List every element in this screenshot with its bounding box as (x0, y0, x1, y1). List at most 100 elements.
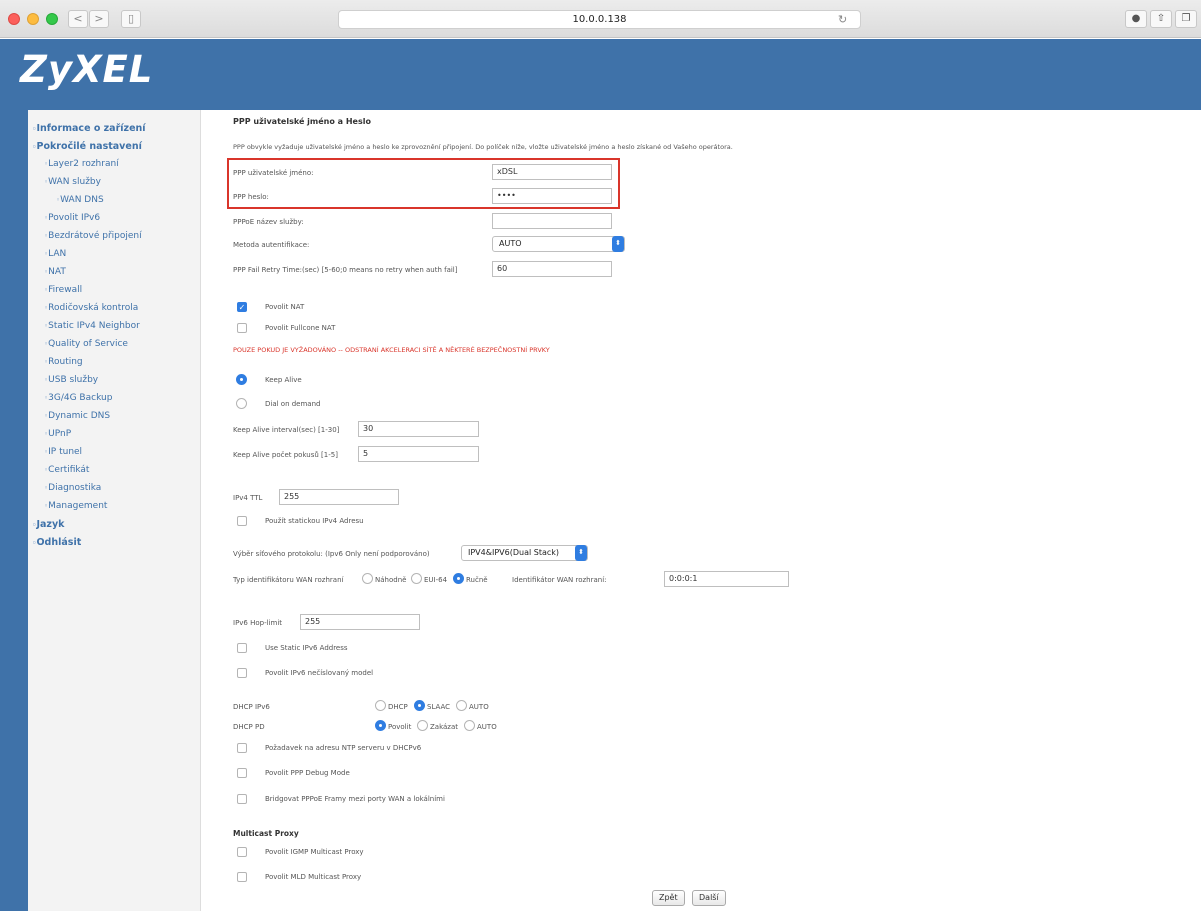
sidebar-item-dynamic-dns[interactable]: Dynamic DNS (44, 411, 110, 421)
sidebar-item-qos[interactable]: Quality of Service (44, 339, 128, 349)
dial-on-demand-radio[interactable] (236, 398, 247, 409)
back-nav-button[interactable]: Zpět (652, 890, 685, 906)
address-bar[interactable]: 10.0.0.138 (338, 10, 861, 29)
next-button[interactable]: Další (692, 890, 726, 906)
sidebar-item-static-ipv4-neighbor[interactable]: Static IPv4 Neighbor (44, 321, 140, 331)
sidebar-item-nat[interactable]: NAT (44, 267, 66, 277)
sidebar-item-diagnostics[interactable]: Diagnostika (44, 483, 101, 493)
wan-id-eui64-label: EUI-64 (424, 576, 448, 584)
tabs-button[interactable]: ❐ (1175, 10, 1197, 28)
dhcp-pd-disable-label: Zakázat (430, 723, 459, 731)
hop-limit-input[interactable]: 255 (300, 614, 420, 630)
reload-icon[interactable]: ↻ (838, 10, 847, 29)
close-window-button[interactable] (8, 13, 20, 25)
username-input[interactable]: xDSL (492, 164, 612, 180)
sidebar-item-3g4g-backup[interactable]: 3G/4G Backup (44, 393, 112, 403)
sidebar-item-upnp[interactable]: UPnP (44, 429, 71, 439)
password-input[interactable]: •••• (492, 188, 612, 204)
sidebar-item-wireless[interactable]: Bezdrátové připojení (44, 231, 142, 241)
service-name-input[interactable] (492, 213, 612, 229)
keep-alive-radio[interactable] (236, 374, 247, 385)
tabs-icon: ❐ (1181, 13, 1191, 24)
ntp-request-label: Požadavek na adresu NTP serveru v DHCPv6 (265, 744, 422, 752)
fullcone-nat-checkbox[interactable] (237, 323, 247, 333)
sidebar-icon: ▯ (127, 12, 135, 25)
dhcp-ipv6-dhcp-radio[interactable] (375, 700, 386, 711)
share-button[interactable]: ⇧ (1150, 10, 1172, 28)
privacy-button[interactable]: ● (1125, 10, 1147, 28)
enable-nat-label: Povolit NAT (265, 303, 305, 311)
sidebar-item-firewall[interactable]: Firewall (44, 285, 82, 295)
sidebar-item-layer2[interactable]: Layer2 rozhraní (44, 159, 119, 169)
sidebar-item-enable-ipv6[interactable]: Povolit IPv6 (44, 213, 100, 223)
sidebar-item-advanced-settings[interactable]: Pokročilé nastavení (32, 141, 141, 152)
sidebar-item-wan-dns[interactable]: WAN DNS (56, 195, 104, 205)
zyxel-logo: ZyXEL (20, 48, 154, 91)
username-label: PPP uživatelské jméno: (233, 169, 314, 177)
wan-id-random-label: Náhodně (375, 576, 407, 584)
maximize-window-button[interactable] (46, 13, 58, 25)
forward-button[interactable]: > (89, 10, 109, 28)
dhcp-ipv6-label: DHCP IPv6 (233, 703, 270, 711)
sidebar-item-logout[interactable]: Odhlásit (32, 537, 81, 548)
sidebar-item-device-info[interactable]: Informace o zařízení (32, 123, 145, 134)
protocol-select[interactable]: IPV4&IPV6(Dual Stack) ⬍ (461, 545, 588, 561)
static-ipv6-checkbox[interactable] (237, 643, 247, 653)
ntp-request-checkbox[interactable] (237, 743, 247, 753)
igmp-proxy-checkbox[interactable] (237, 847, 247, 857)
wan-id-random-radio[interactable] (362, 573, 373, 584)
dhcp-pd-disable-radio[interactable] (417, 720, 428, 731)
keep-alive-count-label: Keep Alive počet pokusů [1-5] (233, 451, 338, 459)
enable-nat-checkbox[interactable]: ✓ (237, 302, 247, 312)
ipv6-unnumbered-label: Povolit IPv6 nečíslovaný model (265, 669, 374, 677)
sidebar-item-wan-services[interactable]: WAN služby (44, 177, 101, 187)
chevron-right-icon: > (94, 12, 104, 25)
pppoe-bridge-checkbox[interactable] (237, 794, 247, 804)
auth-method-select[interactable]: AUTO ⬍ (492, 236, 625, 252)
main-content (200, 110, 1201, 911)
sidebar-item-ip-tunnel[interactable]: IP tunel (44, 447, 82, 457)
sidebar: Informace o zařízení Pokročilé nastavení… (28, 110, 200, 911)
fullcone-nat-label: Povolit Fullcone NAT (265, 324, 336, 332)
dhcp-pd-enable-radio[interactable] (375, 720, 386, 731)
ipv4-ttl-input[interactable]: 255 (279, 489, 399, 505)
chevron-left-icon: < (73, 12, 83, 25)
wan-id-label: Identifikátor WAN rozhraní: (512, 576, 607, 584)
dhcp-pd-auto-radio[interactable] (464, 720, 475, 731)
ipv4-ttl-label: IPv4 TTL (233, 494, 263, 502)
keep-alive-interval-input[interactable]: 30 (358, 421, 479, 437)
dhcp-ipv6-dhcp-label: DHCP (388, 703, 408, 711)
ipv6-unnumbered-checkbox[interactable] (237, 668, 247, 678)
browser-toolbar: < > ▯ 10.0.0.138 ↻ ● ⇧ ❐ (0, 0, 1201, 38)
dhcp-ipv6-slaac-radio[interactable] (414, 700, 425, 711)
back-button[interactable]: < (68, 10, 88, 28)
static-ipv4-checkbox[interactable] (237, 516, 247, 526)
sidebar-item-parental-control[interactable]: Rodičovská kontrola (44, 303, 138, 313)
sidebar-item-lan[interactable]: LAN (44, 249, 66, 259)
keep-alive-label: Keep Alive (265, 376, 302, 384)
sidebar-item-routing[interactable]: Routing (44, 357, 83, 367)
static-ipv4-label: Použít statickou IPv4 Adresu (265, 517, 364, 525)
dhcp-ipv6-auto-radio[interactable] (456, 700, 467, 711)
retry-time-input[interactable]: 60 (492, 261, 612, 277)
wan-id-eui64-radio[interactable] (411, 573, 422, 584)
wan-id-input[interactable]: 0:0:0:1 (664, 571, 789, 587)
auth-method-label: Metoda autentifikace: (233, 241, 310, 249)
retry-time-label: PPP Fail Retry Time:(sec) [5-60;0 means … (233, 266, 458, 274)
auth-method-value: AUTO (499, 239, 522, 248)
ppp-debug-checkbox[interactable] (237, 768, 247, 778)
dhcp-pd-enable-label: Povolit (388, 723, 412, 731)
wan-id-manual-radio[interactable] (453, 573, 464, 584)
sidebar-item-language[interactable]: Jazyk (32, 519, 64, 530)
dial-on-demand-label: Dial on demand (265, 400, 321, 408)
minimize-window-button[interactable] (27, 13, 39, 25)
sidebar-toggle-button[interactable]: ▯ (121, 10, 141, 28)
sidebar-item-certificate[interactable]: Certifikát (44, 465, 89, 475)
intro-text: PPP obvykle vyžaduje uživatelské jméno a… (233, 143, 733, 151)
sidebar-item-usb[interactable]: USB služby (44, 375, 98, 385)
keep-alive-count-input[interactable]: 5 (358, 446, 479, 462)
ppp-debug-label: Povolit PPP Debug Mode (265, 769, 350, 777)
wan-id-manual-label: Ručně (466, 576, 488, 584)
mld-proxy-checkbox[interactable] (237, 872, 247, 882)
sidebar-item-management[interactable]: Management (44, 501, 107, 511)
